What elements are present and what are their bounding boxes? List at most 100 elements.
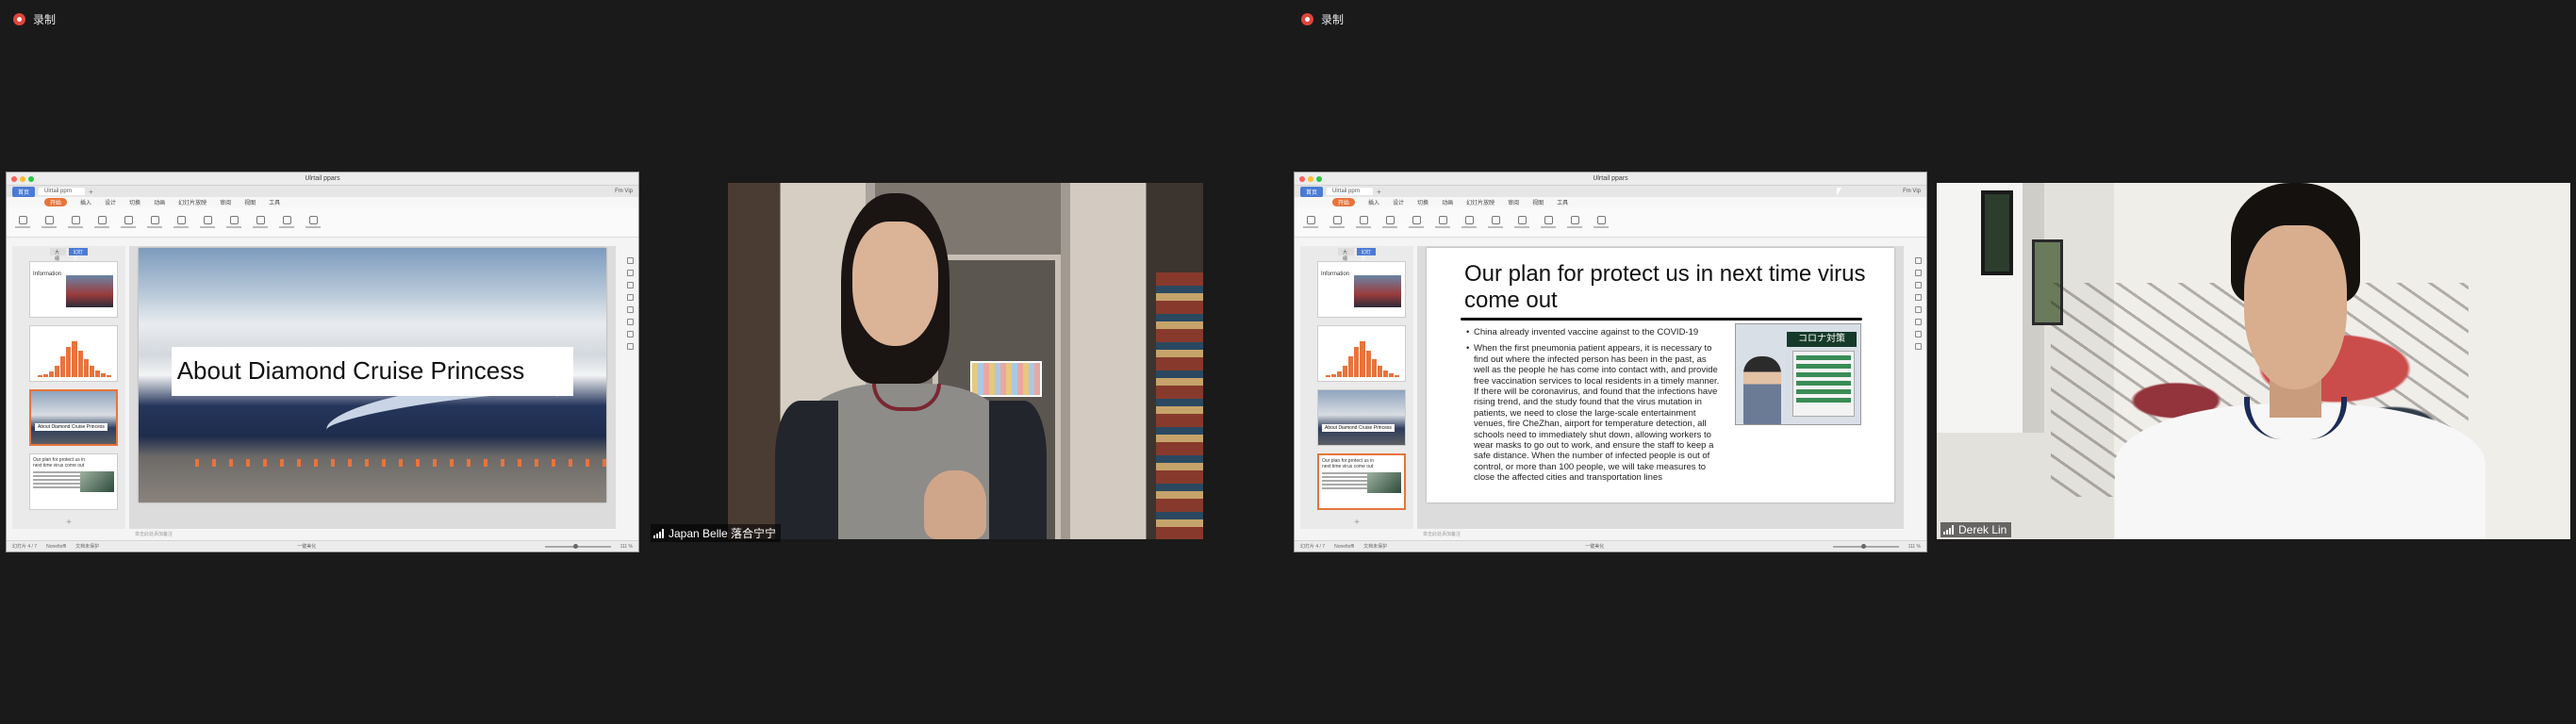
current-slide[interactable]: About Diamond Cruise Princess	[139, 248, 606, 502]
menu-view[interactable]: 视图	[1532, 198, 1544, 206]
menu-slideshow[interactable]: 幻灯片放映	[1466, 198, 1494, 206]
menu-view[interactable]: 视图	[244, 198, 256, 206]
new-slide-button[interactable]	[1379, 211, 1400, 234]
menu-review[interactable]: 审阅	[220, 198, 231, 206]
new-tab-icon[interactable]: +	[89, 188, 93, 196]
new-tab-icon[interactable]: +	[1377, 188, 1381, 196]
paste-button[interactable]	[12, 211, 33, 234]
add-slide-icon[interactable]: +	[12, 518, 125, 528]
picture-button[interactable]	[1538, 211, 1559, 234]
document-tab[interactable]: Ulrtail pprn	[1327, 188, 1374, 195]
align-button[interactable]	[171, 211, 191, 234]
maximize-window-button[interactable]	[1316, 176, 1322, 182]
font-bold-button[interactable]	[144, 211, 165, 234]
layout-button[interactable]	[1406, 211, 1427, 234]
beautify-button[interactable]: 一键美化	[1585, 543, 1604, 550]
textbox-button[interactable]	[1485, 211, 1506, 234]
shapes-button[interactable]	[1511, 211, 1532, 234]
notes-placeholder[interactable]: 单击此处添加备注	[135, 531, 173, 537]
tool-icon[interactable]	[1914, 319, 1922, 325]
menu-transition[interactable]: 切换	[1417, 198, 1428, 206]
font-bold-button[interactable]	[1432, 211, 1453, 234]
slides-tab[interactable]: 幻灯片	[68, 248, 88, 262]
menu-review[interactable]: 审阅	[1508, 198, 1519, 206]
press-conference-photo[interactable]: コロナ対策	[1735, 323, 1861, 425]
tool-icon[interactable]	[626, 257, 634, 264]
close-window-button[interactable]	[11, 176, 17, 182]
menu-start[interactable]: 开始	[44, 198, 68, 206]
new-slide-button[interactable]	[91, 211, 112, 234]
recording-indicator[interactable]: 录制	[13, 11, 56, 27]
current-slide[interactable]: Our plan for protect us in next time vir…	[1427, 248, 1894, 502]
tool-icon[interactable]	[1914, 331, 1922, 337]
slide-thumbnail-4[interactable]: Our plan for protect us in next time vir…	[1317, 453, 1406, 510]
menu-start[interactable]: 开始	[1332, 198, 1356, 206]
beautify-button[interactable]: 一键美化	[297, 543, 316, 550]
menu-transition[interactable]: 切换	[129, 198, 140, 206]
protect-status[interactable]: 文档未保护	[75, 543, 99, 550]
tool-icon[interactable]	[626, 294, 634, 301]
menu-insert[interactable]: 插入	[1368, 198, 1379, 206]
account-label[interactable]: Fm Vip	[615, 189, 633, 194]
menu-design[interactable]: 设计	[1393, 198, 1404, 206]
notes-placeholder[interactable]: 单击此处添加备注	[1423, 531, 1461, 537]
slide-thumbnail-3[interactable]: About Diamond Cruise Princess	[1317, 389, 1406, 446]
align-button[interactable]	[1459, 211, 1479, 234]
tool-icon[interactable]	[1914, 257, 1922, 264]
tool-icon[interactable]	[1914, 294, 1922, 301]
format-painter-button[interactable]	[65, 211, 86, 234]
home-tab[interactable]: 首页	[1300, 186, 1324, 197]
outline-tab[interactable]: 大纲	[1338, 248, 1354, 262]
tool-icon[interactable]	[1914, 306, 1922, 313]
slide-thumbnail-1[interactable]: 1 Information	[29, 261, 118, 318]
menu-design[interactable]: 设计	[105, 198, 116, 206]
document-tab[interactable]: Ulrtail pprn	[39, 188, 86, 195]
menu-animation[interactable]: 动画	[1442, 198, 1453, 206]
tool-icon[interactable]	[626, 343, 634, 350]
slides-tab[interactable]: 幻灯片	[1356, 248, 1376, 262]
picture-button[interactable]	[250, 211, 271, 234]
zoom-level[interactable]: 111 %	[620, 544, 633, 550]
minimize-window-button[interactable]	[1308, 176, 1313, 182]
close-window-button[interactable]	[1299, 176, 1305, 182]
slide-thumbnail-3[interactable]: About Diamond Cruise Princess	[29, 389, 118, 446]
menu-animation[interactable]: 动画	[154, 198, 165, 206]
home-tab[interactable]: 首页	[12, 186, 36, 197]
tool-icon[interactable]	[1914, 343, 1922, 350]
slide-title[interactable]: About Diamond Cruise Princess	[171, 347, 574, 396]
participant-video-2[interactable]: Derek Lin	[1937, 183, 2570, 539]
menu-slideshow[interactable]: 幻灯片放映	[178, 198, 206, 206]
participant-video-1[interactable]	[728, 183, 1203, 539]
slide-thumbnail-2[interactable]: 2	[1317, 325, 1406, 382]
bullet-list[interactable]: China already invented vaccine against t…	[1466, 327, 1721, 489]
minimize-window-button[interactable]	[20, 176, 25, 182]
shapes-button[interactable]	[223, 211, 244, 234]
cut-button[interactable]	[39, 211, 59, 234]
tool-icon[interactable]	[626, 282, 634, 288]
layout-button[interactable]	[118, 211, 139, 234]
textbox-button[interactable]	[197, 211, 218, 234]
recording-indicator-2[interactable]: 录制	[1301, 11, 1344, 27]
tool-icon[interactable]	[626, 319, 634, 325]
zoom-level[interactable]: 111 %	[1908, 544, 1921, 550]
outline-tab[interactable]: 大纲	[50, 248, 66, 262]
menu-tools[interactable]: 工具	[269, 198, 280, 206]
tool-icon[interactable]	[626, 331, 634, 337]
paste-button[interactable]	[1300, 211, 1321, 234]
protect-status[interactable]: 文档未保护	[1363, 543, 1387, 550]
slide-thumbnail-1[interactable]: 1 Information	[1317, 261, 1406, 318]
tool-icon[interactable]	[1914, 270, 1922, 276]
slide-title[interactable]: Our plan for protect us in next time vir…	[1464, 261, 1866, 314]
find-button[interactable]	[276, 211, 297, 234]
account-label[interactable]: Fm Vip	[1903, 189, 1921, 194]
menu-tools[interactable]: 工具	[1557, 198, 1568, 206]
tool-icon[interactable]	[626, 306, 634, 313]
find-button[interactable]	[1564, 211, 1585, 234]
cut-button[interactable]	[1327, 211, 1347, 234]
add-slide-icon[interactable]: +	[1300, 518, 1413, 528]
slide-thumbnail-2[interactable]: 2	[29, 325, 118, 382]
menu-insert[interactable]: 插入	[80, 198, 91, 206]
zoom-slider[interactable]	[544, 543, 611, 550]
tool-icon[interactable]	[626, 270, 634, 276]
slideshow-button[interactable]	[1591, 211, 1611, 234]
